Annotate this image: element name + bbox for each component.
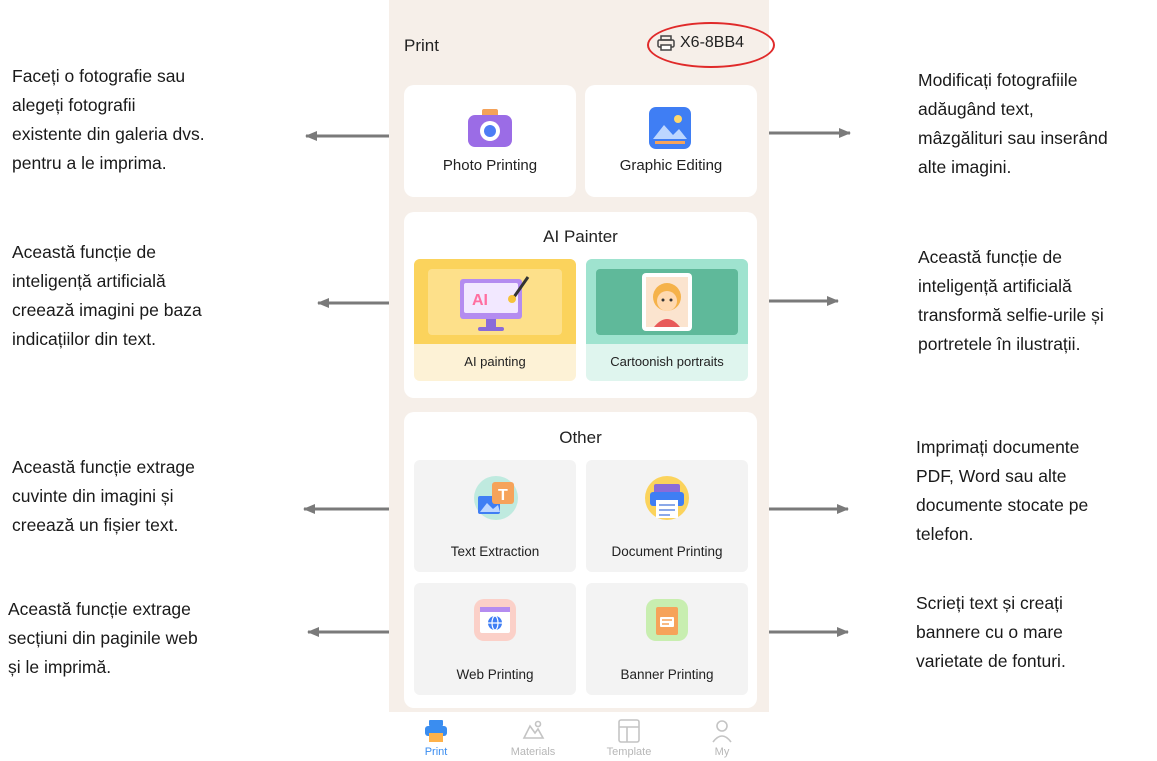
tab-materials-label: Materials (510, 746, 556, 758)
banner-icon (646, 599, 688, 641)
graphic-editing-label: Graphic Editing (619, 157, 723, 174)
tab-my-label: My (714, 746, 730, 758)
profile-tab-icon (708, 718, 736, 744)
tab-materials[interactable]: Materials (503, 718, 563, 758)
text-extraction-tile[interactable]: T Text Extraction (414, 460, 576, 572)
portrait-illustration (586, 259, 748, 344)
photo-printing-card[interactable]: Photo Printing (404, 85, 576, 197)
text-extract-glyph: T (498, 487, 508, 504)
image-edit-icon (647, 105, 693, 151)
document-printing-label: Document Printing (611, 544, 723, 559)
ai-painting-label: AI painting (464, 354, 526, 369)
print-tab-icon (422, 718, 450, 744)
banner-printing-tile[interactable]: Banner Printing (586, 583, 748, 695)
annotation-ai-painting: Această funcție de inteligență artificia… (12, 242, 202, 349)
tab-print[interactable]: Print (406, 718, 466, 758)
device-name: X6-8BB4 (680, 34, 745, 51)
text-extraction-label: Text Extraction (450, 544, 540, 559)
device-selector[interactable]: X6-8BB4 (657, 34, 744, 52)
ai-painter-section: AI Painter AI AI painting Cartoonish por… (404, 212, 757, 398)
cartoonish-portraits-tile[interactable]: Cartoonish portraits (586, 259, 748, 381)
graphic-editing-card[interactable]: Graphic Editing (585, 85, 757, 197)
ai-painter-title: AI Painter (543, 227, 618, 246)
tab-my[interactable]: My (692, 718, 752, 758)
annotation-web-printing: Această funcție extrage secțiuni din pag… (8, 599, 198, 677)
cartoonish-portraits-label: Cartoonish portraits (610, 354, 724, 369)
bottom-tab-bar: Print Materials Template My (389, 712, 769, 761)
phone-screen: Print X6-8BB4 Photo Printing Graphic Edi… (389, 0, 775, 761)
page-title: Print (404, 36, 439, 55)
other-section: Other T Text Extraction Document Printin… (404, 412, 757, 708)
banner-printing-label: Banner Printing (620, 667, 714, 682)
web-icon (474, 599, 516, 641)
annotation-text-extraction: Această funcție extrage cuvinte din imag… (12, 457, 195, 535)
tab-template[interactable]: Template (599, 718, 659, 758)
document-printing-tile[interactable]: Document Printing (586, 460, 748, 572)
annotation-banner-printing: Scrieți text și creați bannere cu o mare… (916, 593, 1066, 671)
materials-tab-icon (519, 718, 547, 744)
web-printing-label: Web Printing (456, 667, 534, 682)
annotation-cartoonish-portraits: Această funcție de inteligență artificia… (918, 247, 1104, 354)
document-print-icon (645, 476, 689, 520)
annotation-graphic-editing: Modificați fotografiile adăugând text, m… (918, 70, 1108, 177)
template-tab-icon (615, 718, 643, 744)
other-title: Other (559, 428, 602, 447)
top-bar: Print X6-8BB4 (389, 0, 775, 80)
camera-icon (466, 107, 514, 149)
annotation-photo-printing: Faceți o fotografie sau alegeți fotograf… (12, 66, 205, 173)
text-extract-icon: T (474, 476, 518, 520)
tab-template-label: Template (606, 746, 652, 758)
ai-monitor-icon: AI (428, 269, 562, 335)
annotation-document-printing: Imprimați documente PDF, Word sau alte d… (916, 437, 1089, 544)
svg-text:AI: AI (472, 292, 488, 309)
printer-icon (657, 35, 675, 51)
portrait-icon (596, 269, 738, 335)
tab-print-label: Print (424, 746, 448, 758)
photo-printing-label: Photo Printing (442, 157, 538, 174)
web-printing-tile[interactable]: Web Printing (414, 583, 576, 695)
ai-painting-tile[interactable]: AI AI painting (414, 259, 576, 381)
ai-painting-illustration: AI (414, 259, 576, 344)
